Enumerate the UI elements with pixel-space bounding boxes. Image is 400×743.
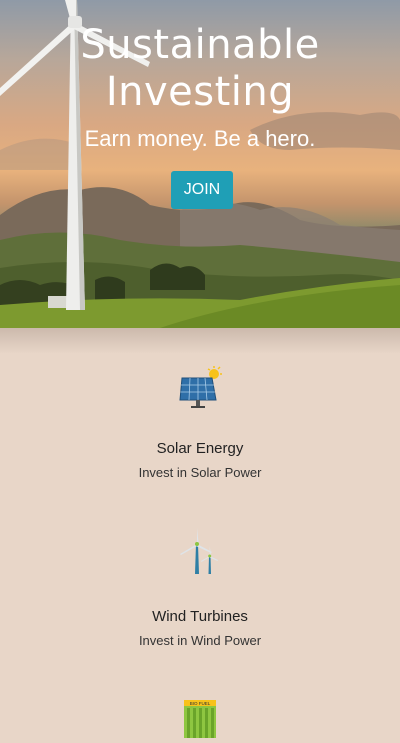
feature-biofuel: BIO FUEL xyxy=(0,698,400,738)
hero-title: Sustainable Investing xyxy=(0,22,400,116)
join-button[interactable]: JOIN xyxy=(171,171,233,209)
feature-solar-title: Solar Energy xyxy=(156,440,244,457)
feature-wind-title: Wind Turbines xyxy=(152,608,248,625)
feature-wind-desc: Invest in Wind Power xyxy=(138,633,262,648)
feature-solar-desc: Invest in Solar Power xyxy=(138,465,262,480)
hero-title-line2: Investing xyxy=(105,69,295,115)
hero-shadow xyxy=(0,328,400,354)
hero-subtitle: Earn money. Be a hero. xyxy=(84,126,316,151)
wind-turbine-icon xyxy=(0,528,400,578)
feature-wind: Wind Turbines Invest in Wind Power xyxy=(0,528,400,648)
hero-title-line1: Sustainable xyxy=(80,22,320,68)
battery-label: BIO FUEL xyxy=(190,701,211,706)
battery-icon: BIO FUEL xyxy=(0,698,400,738)
solar-panel-icon xyxy=(0,366,400,410)
feature-solar: Solar Energy Invest in Solar Power xyxy=(0,366,400,480)
hero-section: Sustainable Investing Earn money. Be a h… xyxy=(0,0,400,328)
